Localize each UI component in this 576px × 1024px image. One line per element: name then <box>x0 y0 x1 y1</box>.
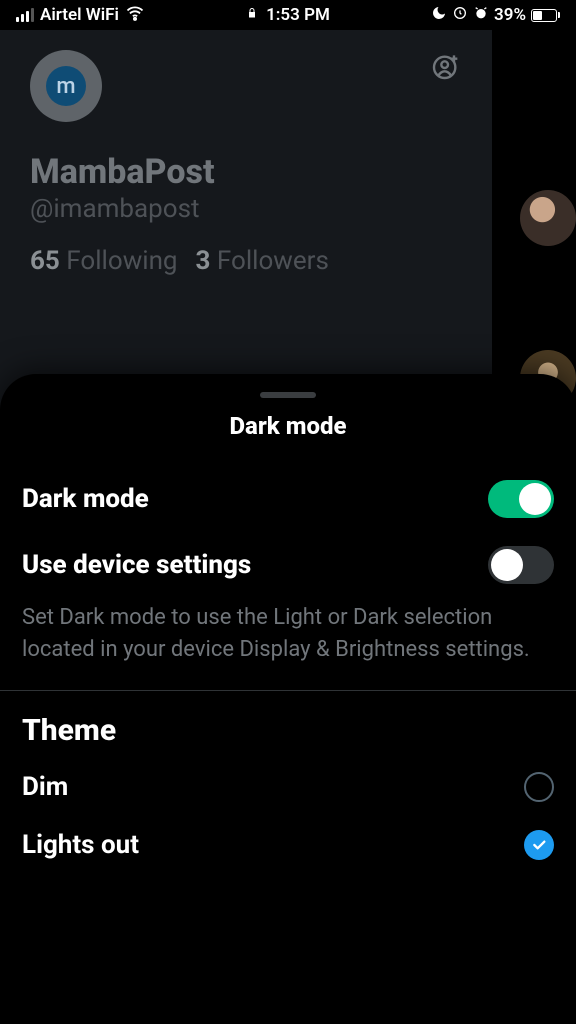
dark-mode-sheet: Dark mode Dark mode Use device settings … <box>0 374 576 1024</box>
dark-mode-toggle[interactable] <box>488 480 554 518</box>
orientation-lock-icon <box>452 5 468 26</box>
moon-icon <box>431 5 447 26</box>
theme-option-lights-out[interactable]: Lights out <box>0 816 576 874</box>
dark-mode-label: Dark mode <box>22 484 149 514</box>
alarm-icon <box>473 5 489 26</box>
sheet-title: Dark mode <box>0 412 576 440</box>
theme-option-dim[interactable]: Dim <box>0 758 576 816</box>
avatar[interactable]: m <box>30 50 102 122</box>
use-device-settings-toggle[interactable] <box>488 546 554 584</box>
cellular-signal-icon <box>16 8 34 22</box>
status-center: 1:53 PM <box>246 5 330 25</box>
dark-mode-row[interactable]: Dark mode <box>0 466 576 532</box>
following-stat[interactable]: 65 Following <box>30 246 178 276</box>
status-bar: Airtel WiFi 1:53 PM 39% <box>0 0 576 30</box>
theme-option-label: Dim <box>22 772 68 802</box>
add-account-icon[interactable] <box>430 50 462 86</box>
sheet-grabber[interactable] <box>260 392 316 398</box>
radio-unchecked-icon[interactable] <box>524 772 554 802</box>
battery-icon <box>531 9 560 22</box>
wifi-icon <box>125 3 145 28</box>
theme-option-label: Lights out <box>22 830 139 860</box>
clock-time: 1:53 PM <box>266 5 330 25</box>
theme-section-header: Theme <box>0 691 576 758</box>
use-device-settings-row[interactable]: Use device settings <box>0 532 576 598</box>
followers-stat[interactable]: 3 Followers <box>196 246 329 276</box>
display-name: MambaPost <box>30 152 462 192</box>
carrier-name: Airtel WiFi <box>40 5 119 25</box>
side-avatar <box>520 190 576 246</box>
battery-percent: 39% <box>494 5 526 25</box>
use-device-settings-label: Use device settings <box>22 550 251 580</box>
status-right: 39% <box>431 5 560 26</box>
follow-stats: 65 Following 3 Followers <box>30 246 462 276</box>
avatar-letter: m <box>46 66 86 106</box>
user-handle: @imambapost <box>30 194 462 224</box>
radio-checked-icon[interactable] <box>524 830 554 860</box>
status-left: Airtel WiFi <box>16 3 145 28</box>
lock-icon <box>246 5 258 25</box>
use-device-settings-description: Set Dark mode to use the Light or Dark s… <box>0 598 576 690</box>
